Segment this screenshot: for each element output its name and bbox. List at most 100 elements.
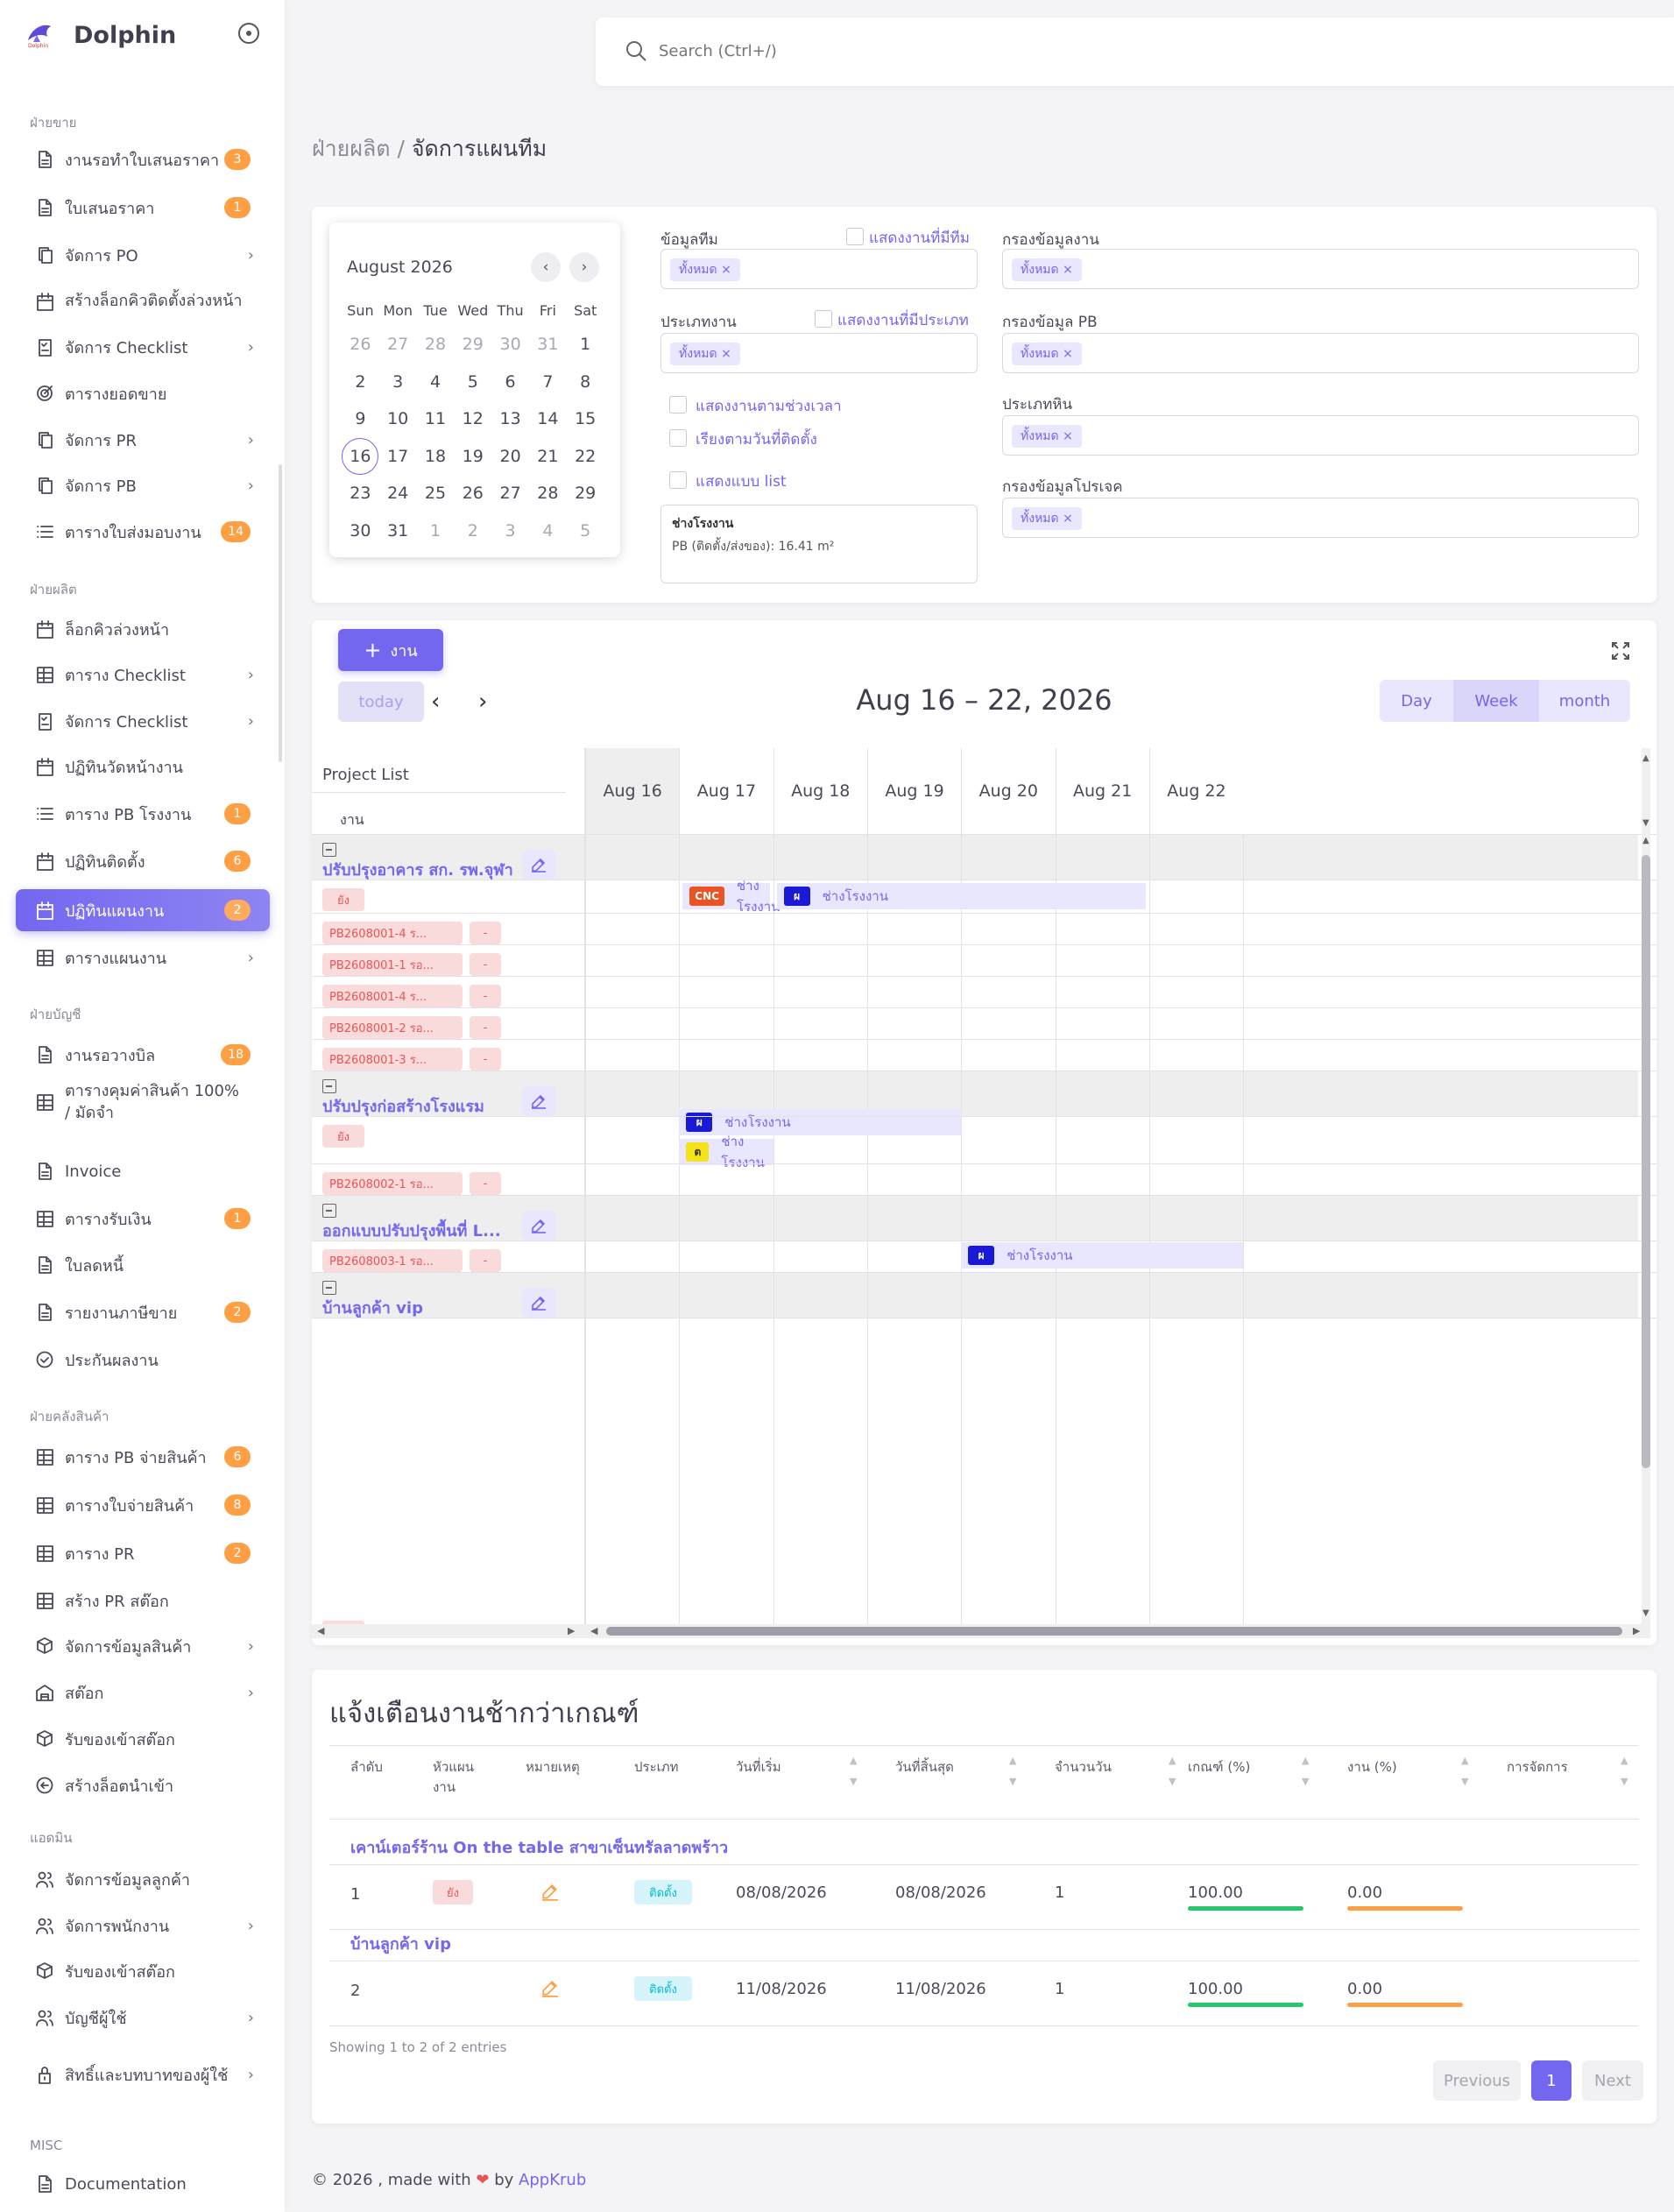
job-status-tag[interactable]: - [470, 985, 501, 1007]
previous-page-button[interactable]: Previous [1433, 2060, 1521, 2101]
sidebar-item[interactable]: จัดการ Checklist › [16, 700, 270, 742]
job-tag[interactable]: PB2608003-1 รอ... [322, 1249, 463, 1272]
search-icon[interactable] [624, 39, 648, 67]
calendar-day[interactable]: 18 [417, 447, 455, 466]
calendar-day[interactable]: 11 [417, 409, 455, 428]
calendar-day[interactable]: 29 [567, 484, 604, 503]
show-by-time-label[interactable]: แสดงงานตามช่วงเวลา [696, 394, 842, 418]
project-group-title[interactable]: ออกแบบปรับปรุงพื้นที่ L... [322, 1218, 529, 1243]
sort-icon[interactable]: ▲ ▼ [1169, 1755, 1176, 1787]
sidebar-item[interactable]: ตารางยอดขาย [16, 372, 270, 414]
job-status-tag[interactable]: - [470, 953, 501, 976]
calendar-day[interactable]: 2 [454, 521, 491, 541]
sidebar-item[interactable]: งานรอวางบิล 18 [16, 1034, 270, 1076]
edit-project-button[interactable] [522, 1211, 555, 1240]
calendar-day[interactable]: 31 [529, 335, 567, 354]
view-week-button[interactable]: Week [1453, 680, 1539, 722]
job-status-tag[interactable]: - [470, 922, 501, 944]
edit-project-button[interactable] [522, 1086, 555, 1116]
sidebar-item[interactable]: จัดการ PO › [16, 234, 270, 276]
calendar-day[interactable]: 13 [491, 409, 529, 428]
job-tag[interactable]: PB2608001-3 ร... [322, 1048, 463, 1071]
column-header[interactable]: ประเภท [634, 1757, 679, 1777]
sidebar-item[interactable]: ปฏิทินติดตั้ง 6 [16, 840, 270, 882]
sidebar-item[interactable]: ใบเสนอราคา 1 [16, 187, 270, 229]
sidebar-item[interactable]: ใบลดหนี้ [16, 1244, 270, 1286]
edit-project-button[interactable] [522, 1288, 555, 1318]
project-filter-select[interactable]: ทั้งหมด × [1002, 498, 1639, 538]
calendar-day[interactable]: 7 [529, 372, 567, 392]
sort-icon[interactable]: ▲ ▼ [1302, 1755, 1309, 1787]
edit-note-icon[interactable] [541, 1883, 559, 1905]
schedule-event[interactable]: CNC ช่างโรงงาน [682, 878, 780, 915]
calendar-day[interactable]: 19 [454, 447, 491, 466]
job-status-tag[interactable]: - [470, 1016, 501, 1039]
job-tag[interactable]: PB2608001-1 รอ... [322, 953, 463, 976]
timeline-horizontal-scrollbar[interactable]: ◀ ▶ [585, 1624, 1650, 1638]
job-tag[interactable]: PB2608001-2 รอ... [322, 1016, 463, 1039]
sidebar-item[interactable]: ประกันผลงาน [16, 1339, 270, 1381]
calendar-day[interactable]: 30 [491, 335, 529, 354]
sidebar-item[interactable]: Invoice [16, 1150, 270, 1192]
job-tag[interactable]: PB2608001-4 ร... [322, 985, 463, 1007]
job-tag[interactable]: ยัง [322, 1125, 364, 1148]
collapse-group-icon[interactable] [322, 843, 336, 857]
show-typed-jobs-label[interactable]: แสดงงานที่มีประเภท [837, 308, 969, 332]
edit-project-button[interactable] [522, 850, 555, 880]
view-month-button[interactable]: month [1539, 680, 1630, 722]
sidebar-item[interactable]: จัดการ PB › [16, 464, 270, 506]
calendar-day[interactable]: 14 [529, 409, 567, 428]
sidebar-item[interactable]: จัดการข้อมูลลูกค้า [16, 1858, 270, 1900]
calendar-day[interactable]: 4 [529, 521, 567, 541]
pb-filter-chip[interactable]: ทั้งหมด × [1012, 343, 1082, 365]
calendar-day[interactable]: 26 [342, 335, 379, 354]
pb-filter-select[interactable]: ทั้งหมด × [1002, 333, 1639, 373]
calendar-day[interactable]: 10 [379, 409, 417, 428]
show-list-label[interactable]: แสดงแบบ list [696, 470, 787, 493]
job-status-tag[interactable]: - [470, 1249, 501, 1272]
sidebar-item[interactable]: สร้างล็อกคิวติดตั้งล่วงหน้า [16, 276, 270, 327]
calendar-day[interactable]: 20 [491, 447, 529, 466]
calendar-day[interactable]: 5 [567, 521, 604, 541]
horizontal-scroll-thumb[interactable] [606, 1627, 1622, 1636]
stone-type-select[interactable]: ทั้งหมด × [1002, 415, 1639, 456]
column-header[interactable]: ลำดับ [350, 1757, 383, 1777]
sidebar-item[interactable]: สิทธิ์และบทบาทของผู้ใช้ › [16, 2053, 270, 2095]
calendar-day[interactable]: 28 [529, 484, 567, 503]
sidebar-item[interactable]: ตาราง PR 2 [16, 1532, 270, 1574]
sort-icon[interactable]: ▲ ▼ [1621, 1755, 1628, 1787]
calendar-day[interactable]: 3 [491, 521, 529, 541]
calendar-day[interactable]: 1 [567, 335, 604, 354]
calendar-day[interactable]: 30 [342, 521, 379, 541]
brand[interactable]: Dolphin Dolphin [25, 18, 176, 53]
calendar-day[interactable]: 5 [454, 372, 491, 392]
sidebar-item[interactable]: ตาราง PB โรงงาน 1 [16, 793, 270, 835]
column-header[interactable]: งาน (%) [1347, 1757, 1397, 1777]
sidebar-item[interactable]: สร้าง PR สต๊อก [16, 1579, 270, 1622]
job-status-tag[interactable]: - [470, 1048, 501, 1071]
schedule-event[interactable]: ผ ช่างโรงงาน [776, 883, 1146, 909]
sidebar-item[interactable]: Documentation [16, 2163, 270, 2205]
calendar-day[interactable]: 29 [454, 335, 491, 354]
calendar-day[interactable]: 27 [491, 484, 529, 503]
job-filter-chip[interactable]: ทั้งหมด × [1012, 258, 1082, 281]
sidebar-item[interactable]: ตารางใบส่งมอบงาน 14 [16, 511, 270, 553]
job-type-select[interactable]: ทั้งหมด × [660, 333, 978, 373]
left-horizontal-scrollbar[interactable]: ◀ ▶ [312, 1624, 585, 1638]
job-type-chip[interactable]: ทั้งหมด × [670, 343, 740, 365]
sort-icon[interactable]: ▲ ▼ [850, 1755, 857, 1787]
project-group-title[interactable]: ปรับปรุงก่อสร้างโรงแรม [322, 1093, 529, 1119]
project-group-title[interactable]: บ้านลูกค้า vip [322, 1295, 529, 1320]
calendar-day[interactable]: 21 [529, 447, 567, 466]
calendar-day[interactable]: 1 [417, 521, 455, 541]
body-vertical-scrollbar[interactable]: ▲ ▼ [1642, 834, 1650, 1624]
column-header[interactable]: การจัดการ [1507, 1757, 1568, 1777]
calendar-day[interactable]: 28 [417, 335, 455, 354]
calendar-day[interactable]: 25 [417, 484, 455, 503]
edit-note-icon[interactable] [541, 1980, 559, 2001]
calendar-day[interactable]: 8 [567, 372, 604, 392]
job-tag[interactable]: PB2608002-1 รอ... [322, 1172, 463, 1195]
sidebar-item[interactable]: ตารางคุมค่าสินค้า 100% / มัดจำ [16, 1077, 270, 1127]
collapse-group-icon[interactable] [322, 1079, 336, 1093]
sidebar-item[interactable]: จัดการพนักงาน › [16, 1905, 270, 1947]
